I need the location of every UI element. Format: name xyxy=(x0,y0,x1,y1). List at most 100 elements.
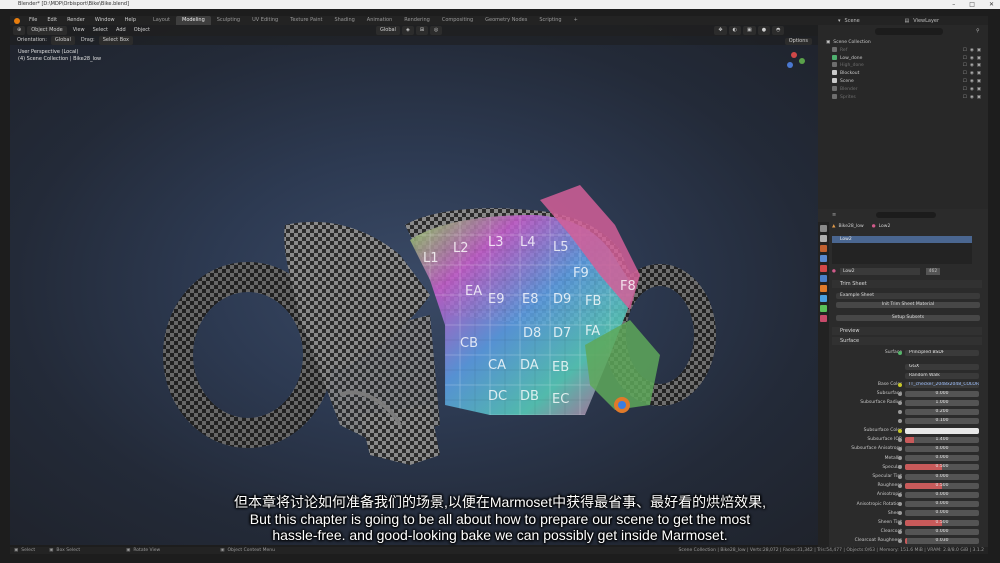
3d-viewport[interactable]: ⊕ Object Mode View Select Add Object Glo… xyxy=(10,25,818,545)
engine-block[interactable] xyxy=(360,405,440,465)
menu-edit[interactable]: Edit xyxy=(42,16,62,25)
init-trim-sheet-button[interactable]: Init Trim Sheet Material xyxy=(836,302,980,308)
property-field[interactable]: 1.400 xyxy=(905,436,979,443)
property-field[interactable]: 0.000 xyxy=(905,491,979,498)
tab-compositing[interactable]: Compositing xyxy=(436,16,479,25)
socket-icon[interactable] xyxy=(898,391,902,396)
maximize-button[interactable]: □ xyxy=(969,0,975,9)
outliner-root[interactable]: ▣ Scene Collection xyxy=(818,39,988,47)
socket-icon[interactable] xyxy=(898,437,902,442)
outliner-item[interactable]: High_done ☐◉▣ xyxy=(818,62,988,70)
object-tab-icon[interactable] xyxy=(820,285,827,292)
surface-shader-dropdown[interactable]: Principled BSDF xyxy=(905,349,979,356)
outliner-item[interactable]: Scene ☐◉▣ xyxy=(818,77,988,86)
menu-window[interactable]: Window xyxy=(90,16,120,25)
outliner-item[interactable]: Ref ☐◉▣ xyxy=(818,46,988,55)
property-field[interactable]: 0.200 xyxy=(905,409,979,416)
preview-panel-header[interactable]: Preview xyxy=(832,327,982,335)
property-field[interactable]: 0.000 xyxy=(905,528,979,535)
trim-sheet-panel-header[interactable]: Trim Sheet xyxy=(832,280,982,288)
socket-icon[interactable] xyxy=(898,446,902,451)
socket-icon[interactable] xyxy=(898,410,902,415)
scene-name[interactable]: Scene xyxy=(845,18,905,24)
material-browse-icon[interactable]: ● xyxy=(832,269,836,274)
material-users-count[interactable]: 462 xyxy=(925,268,940,275)
property-field[interactable]: 0.000 xyxy=(905,510,979,517)
socket-icon[interactable] xyxy=(898,520,902,525)
scene-tab-icon[interactable] xyxy=(820,265,827,272)
outliner-search-input[interactable] xyxy=(875,28,943,35)
socket-icon[interactable] xyxy=(898,382,902,387)
property-field[interactable]: 0.000 xyxy=(905,390,979,397)
outliner[interactable]: ▣ Scene Collection Ref ☐◉▣ Low_done ☐◉▣ High_… xyxy=(818,25,988,209)
outliner-item[interactable]: Blockout ☐◉▣ xyxy=(818,70,988,78)
visibility-toggle-icon[interactable]: ☐◉▣ xyxy=(963,55,984,63)
socket-icon[interactable] xyxy=(898,400,902,405)
output-tab-icon[interactable] xyxy=(820,245,827,252)
subsurface-method-dropdown[interactable]: Random Walk xyxy=(905,372,979,379)
tab-animation[interactable]: Animation xyxy=(361,16,399,25)
tab-rendering[interactable]: Rendering xyxy=(398,16,436,25)
setup-subsets-button[interactable]: Setup Subsets xyxy=(836,315,980,321)
outliner-filter-icon[interactable]: ⚲ xyxy=(976,28,980,34)
properties-editor-icon[interactable]: ≡ xyxy=(832,212,836,218)
material-slot-list[interactable]: Low2 xyxy=(832,236,972,264)
tab-sculpting[interactable]: Sculpting xyxy=(211,16,246,25)
outliner-item[interactable]: Blender ☐◉▣ xyxy=(818,85,988,94)
property-field[interactable]: 0.030 xyxy=(905,537,979,544)
visibility-toggle-icon[interactable]: ☐◉▣ xyxy=(963,62,984,70)
tab-texture-paint[interactable]: Texture Paint xyxy=(284,16,328,25)
menu-help[interactable]: Help xyxy=(120,16,141,25)
tab-uv-editing[interactable]: UV Editing xyxy=(246,16,284,25)
trim-sheet-dropdown[interactable]: Example Sheet xyxy=(836,293,980,299)
menu-render[interactable]: Render xyxy=(62,16,90,25)
property-field[interactable]: 0.000 xyxy=(905,473,979,480)
surface-panel-header[interactable]: Surface xyxy=(832,337,982,345)
material-slot-item[interactable]: Low2 xyxy=(832,236,972,243)
property-field[interactable] xyxy=(905,427,979,434)
view-layer-tab-icon[interactable] xyxy=(820,255,827,262)
tab-scripting[interactable]: Scripting xyxy=(533,16,567,25)
socket-icon[interactable] xyxy=(898,538,902,543)
socket-icon[interactable] xyxy=(898,483,902,488)
socket-icon[interactable] xyxy=(898,474,902,479)
property-field[interactable]: 0.500 xyxy=(905,482,979,489)
render-tab-icon[interactable] xyxy=(820,235,827,242)
close-button[interactable]: ✕ xyxy=(989,0,994,9)
distribution-dropdown[interactable]: GGX xyxy=(905,363,979,370)
socket-icon[interactable] xyxy=(898,419,902,424)
property-field[interactable]: 1.000 xyxy=(905,399,979,406)
visibility-toggle-icon[interactable]: ☐◉▣ xyxy=(963,94,984,102)
world-tab-icon[interactable] xyxy=(820,275,827,282)
navigation-gizmo[interactable] xyxy=(787,52,805,68)
property-field[interactable]: 0.000 xyxy=(905,455,979,462)
view-layer-name[interactable]: ViewLayer xyxy=(913,18,939,24)
modifier-tab-icon[interactable] xyxy=(820,295,827,302)
tool-tab-icon[interactable] xyxy=(820,225,827,232)
tab-layout[interactable]: Layout xyxy=(147,16,176,25)
property-field[interactable]: TT_checker_2048x2048_COLOR_GRID xyxy=(905,381,979,388)
material-tab-icon[interactable] xyxy=(820,315,827,322)
tab-geometry-nodes[interactable]: Geometry Nodes xyxy=(479,16,533,25)
outliner-item[interactable]: Sprites ☐◉▣ xyxy=(818,93,988,102)
property-field[interactable]: 0.000 xyxy=(905,501,979,508)
visibility-toggle-icon[interactable]: ☐◉▣ xyxy=(963,70,984,78)
outliner-item[interactable]: Low_done ☐◉▣ xyxy=(818,54,988,63)
material-name-field[interactable]: Low2 xyxy=(839,268,920,275)
tab-shading[interactable]: Shading xyxy=(328,16,360,25)
visibility-toggle-icon[interactable]: ☐◉▣ xyxy=(963,78,984,86)
property-field[interactable]: 0.500 xyxy=(905,464,979,471)
menu-file[interactable]: File xyxy=(24,16,42,25)
visibility-toggle-icon[interactable]: ☐◉▣ xyxy=(963,86,984,94)
bike-model[interactable]: L1 L2 L3 L4 L5 F9 F8 EA E9 E8 D9 D8 D7 C… xyxy=(10,25,818,545)
properties-search-icon[interactable] xyxy=(876,212,937,218)
property-field[interactable]: 0.100 xyxy=(905,418,979,425)
visibility-toggle-icon[interactable]: ☐◉▣ xyxy=(963,47,984,55)
property-field[interactable]: 0.000 xyxy=(905,445,979,452)
blender-logo-icon[interactable] xyxy=(14,17,20,24)
add-workspace-button[interactable]: + xyxy=(568,16,584,25)
data-tab-icon[interactable] xyxy=(820,305,827,312)
property-field[interactable]: 0.500 xyxy=(905,519,979,526)
socket-icon[interactable] xyxy=(898,428,902,433)
socket-icon[interactable] xyxy=(898,492,902,497)
